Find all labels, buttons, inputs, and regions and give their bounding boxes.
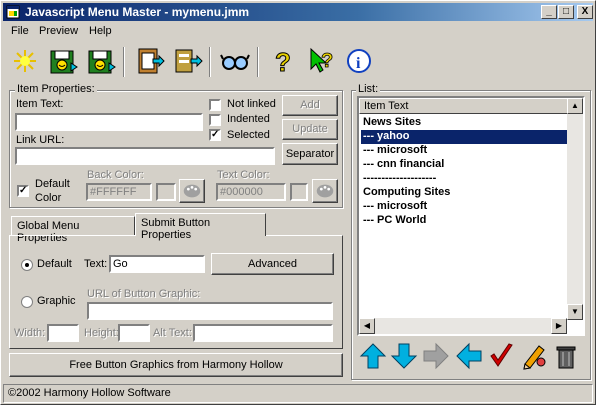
copy-to-clipboard-icon[interactable] — [133, 45, 165, 77]
scroll-left-icon[interactable]: ◀ — [359, 318, 375, 334]
menu-file[interactable]: File — [11, 25, 29, 37]
add-button[interactable]: Add — [282, 95, 338, 116]
default-color-checkbox[interactable]: ✓ — [17, 185, 29, 197]
height-label: Height: — [84, 327, 119, 339]
preview-glasses-icon[interactable] — [219, 45, 251, 77]
list-item[interactable]: --- PC World — [361, 214, 561, 228]
menu-items-listbox[interactable]: Item Text News Sites --- yahoo --- microso… — [357, 96, 585, 336]
item-text-input[interactable] — [15, 113, 203, 131]
list-item[interactable]: --- cnn financial — [361, 158, 561, 172]
back-color-input[interactable]: #FFFFFF — [86, 183, 152, 201]
title-bar[interactable]: Javascript Menu Master - mymenu.jmm _ □ … — [3, 3, 593, 21]
toolbar-separator — [257, 47, 259, 77]
list-header: Item Text — [359, 98, 583, 114]
move-right-disabled-icon[interactable] — [422, 342, 450, 370]
column-header-item-text[interactable]: Item Text — [359, 98, 577, 114]
height-input[interactable] — [118, 324, 150, 342]
indented-checkbox[interactable] — [209, 114, 221, 126]
list-item[interactable]: -------------------- — [361, 172, 561, 186]
item-properties-label: Item Properties: — [15, 83, 97, 95]
horizontal-scrollbar[interactable]: ◀ ▶ — [359, 318, 567, 334]
width-label: Width: — [14, 327, 46, 339]
svg-text:i: i — [356, 55, 361, 72]
text-label: Text: — [84, 258, 108, 270]
check-icon[interactable] — [487, 342, 515, 370]
url-graphic-label: URL of Button Graphic: — [87, 288, 201, 300]
scroll-down-icon[interactable]: ▼ — [567, 304, 583, 320]
edit-pencil-icon[interactable] — [519, 342, 547, 370]
text-color-input[interactable]: #000000 — [216, 183, 286, 201]
text-color-palette-icon[interactable] — [312, 179, 338, 203]
graphic-radio[interactable] — [21, 296, 33, 308]
selected-label: Selected — [227, 129, 270, 141]
window-title: Javascript Menu Master - mymenu.jmm — [25, 5, 250, 19]
save-as-icon[interactable] — [85, 45, 117, 77]
back-color-palette-icon[interactable] — [179, 179, 205, 203]
link-url-label: Link URL: — [16, 134, 65, 146]
item-text-label: Item Text: — [16, 98, 64, 110]
app-icon — [6, 5, 20, 19]
list-item[interactable]: Computing Sites — [361, 186, 561, 200]
url-graphic-input[interactable] — [87, 302, 333, 320]
info-icon[interactable]: i — [343, 45, 375, 77]
back-color-swatch — [156, 183, 176, 201]
tab-submit-button-properties[interactable]: Submit Button Properties — [135, 213, 266, 241]
context-help-icon[interactable]: ? — [305, 45, 337, 77]
new-icon[interactable] — [9, 45, 41, 77]
status-bar: ©2002 Harmony Hollow Software — [3, 384, 593, 403]
save-icon[interactable] — [47, 45, 79, 77]
close-button[interactable]: X — [577, 5, 593, 19]
selected-checkbox[interactable]: ✓ — [209, 129, 221, 141]
scroll-up-icon[interactable]: ▲ — [567, 98, 583, 114]
alt-text-input[interactable] — [193, 324, 333, 342]
minimize-button[interactable]: _ — [541, 5, 557, 19]
vertical-scrollbar[interactable]: ▲ ▼ — [567, 98, 583, 320]
menu-help[interactable]: Help — [89, 25, 112, 37]
default-radio-label: Default — [37, 258, 72, 270]
list-item[interactable]: --- microsoft — [361, 144, 561, 158]
alt-text-label: Alt Text: — [153, 327, 192, 339]
maximize-button[interactable]: □ — [558, 5, 574, 19]
tab-global-menu-properties[interactable]: Global Menu Properties — [11, 216, 135, 244]
not-linked-label: Not linked — [227, 98, 276, 110]
button-text-input[interactable]: Go — [109, 255, 205, 273]
width-input[interactable] — [47, 324, 79, 342]
default-radio[interactable] — [21, 259, 33, 271]
update-button[interactable]: Update — [282, 119, 338, 140]
free-button-graphics-button[interactable]: Free Button Graphics from Harmony Hollow — [9, 353, 343, 377]
menu-preview[interactable]: Preview — [39, 25, 78, 37]
not-linked-checkbox[interactable] — [209, 99, 221, 111]
separator-button[interactable]: Separator — [282, 143, 338, 165]
graphic-radio-label: Graphic — [37, 295, 76, 307]
move-up-icon[interactable] — [359, 342, 387, 370]
list-item[interactable]: --- yahoo — [361, 130, 567, 144]
link-url-input[interactable] — [15, 147, 275, 165]
delete-trash-icon[interactable] — [552, 342, 580, 370]
default-color-label-line2: Color — [35, 192, 62, 204]
default-color-label-line1: Default — [35, 178, 70, 190]
scroll-right-icon[interactable]: ▶ — [551, 318, 567, 334]
export-icon[interactable] — [171, 45, 203, 77]
indented-label: Indented — [227, 113, 270, 125]
text-color-label: Text Color: — [217, 169, 270, 181]
list-item[interactable]: --- microsoft — [361, 200, 561, 214]
move-down-icon[interactable] — [390, 342, 418, 370]
list-label: List: — [356, 83, 381, 95]
app-window: Javascript Menu Master - mymenu.jmm _ □ … — [0, 0, 596, 405]
text-color-swatch — [290, 183, 308, 201]
toolbar-separator — [123, 47, 125, 77]
toolbar: ? ? i — [5, 43, 593, 81]
svg-text:?: ? — [321, 50, 333, 72]
svg-text:?: ? — [275, 47, 291, 77]
advanced-button[interactable]: Advanced — [211, 253, 334, 275]
move-left-icon[interactable] — [455, 342, 483, 370]
list-item[interactable]: News Sites — [361, 116, 561, 130]
back-color-label: Back Color: — [87, 169, 144, 181]
toolbar-separator — [209, 47, 211, 77]
help-icon[interactable]: ? — [267, 45, 299, 78]
